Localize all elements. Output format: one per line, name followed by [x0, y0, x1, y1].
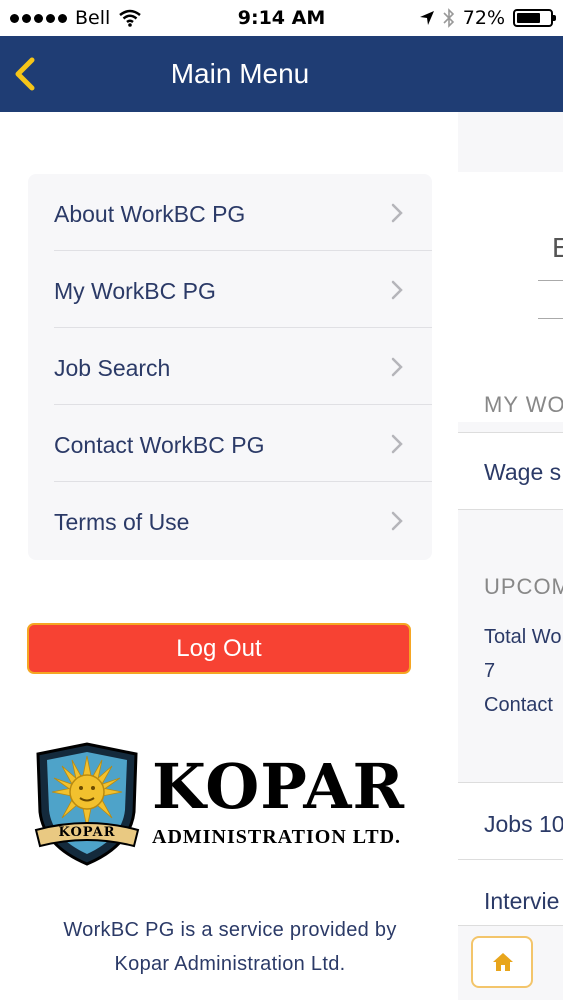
list-item[interactable]: Wage s	[458, 432, 563, 510]
footer-line-1: WorkBC PG is a service provided by	[63, 919, 397, 941]
background-card	[458, 172, 563, 422]
menu-item-label: Contact WorkBC PG	[54, 432, 265, 458]
bluetooth-icon	[443, 8, 454, 28]
chevron-right-icon	[391, 280, 403, 300]
menu-item-terms[interactable]: Terms of Use	[28, 482, 432, 559]
menu-item-my-workbc[interactable]: My WorkBC PG	[28, 251, 432, 328]
menu-item-label: My WorkBC PG	[54, 278, 216, 304]
home-icon	[493, 953, 513, 971]
chevron-right-icon	[391, 203, 403, 223]
location-arrow-icon	[419, 11, 434, 25]
info-text: 7	[484, 660, 496, 682]
menu-item-contact[interactable]: Contact WorkBC PG	[28, 405, 432, 482]
kopar-shield-logo	[34, 742, 140, 866]
background-page: E MY WO Wage s UPCOM Total Wo 7 Contact …	[458, 112, 563, 1000]
footer-line-2: Kopar Administration Ltd.	[114, 953, 346, 975]
main-menu-list: About WorkBC PG My WorkBC PG Job Search …	[28, 174, 432, 560]
logo-subtitle: ADMINISTRATION LTD.	[152, 826, 402, 848]
menu-item-job-search[interactable]: Job Search	[28, 328, 432, 405]
menu-item-label: Terms of Use	[54, 509, 190, 535]
list-item[interactable]: Intervie	[458, 860, 563, 926]
page-title: Main Menu	[170, 58, 310, 89]
chevron-right-icon	[391, 357, 403, 377]
list-item-label: Intervie	[484, 888, 560, 914]
status-bar: Bell 9:14 AM 72%	[0, 0, 563, 36]
home-button[interactable]	[471, 936, 533, 988]
battery-percent: 72%	[462, 7, 505, 29]
info-text: Total Wo	[484, 626, 562, 648]
chevron-right-icon	[391, 511, 403, 531]
logo-ribbon-text: KOPAR	[59, 825, 116, 840]
info-text: Contact	[484, 694, 553, 716]
menu-item-label: About WorkBC PG	[54, 201, 246, 227]
section-header: UPCOM	[484, 574, 563, 599]
menu-item-label: Job Search	[54, 355, 171, 381]
navigation-bar: Main Menu	[0, 36, 563, 112]
svg-text:KOPAR: KOPAR	[59, 825, 116, 840]
list-item[interactable]: Jobs 10	[458, 782, 563, 860]
chevron-right-icon	[391, 434, 403, 454]
logo-name: KOPAR	[152, 750, 405, 823]
menu-item-about[interactable]: About WorkBC PG	[28, 174, 432, 251]
section-header: MY WO	[484, 392, 563, 417]
field-underline	[538, 280, 563, 281]
list-item-label: Wage s	[484, 459, 562, 485]
logout-button[interactable]: Log Out	[27, 623, 411, 674]
field-underline	[538, 318, 563, 319]
list-item-label: Jobs 10	[484, 811, 563, 837]
background-field: E	[552, 232, 563, 263]
battery-icon	[513, 9, 556, 27]
